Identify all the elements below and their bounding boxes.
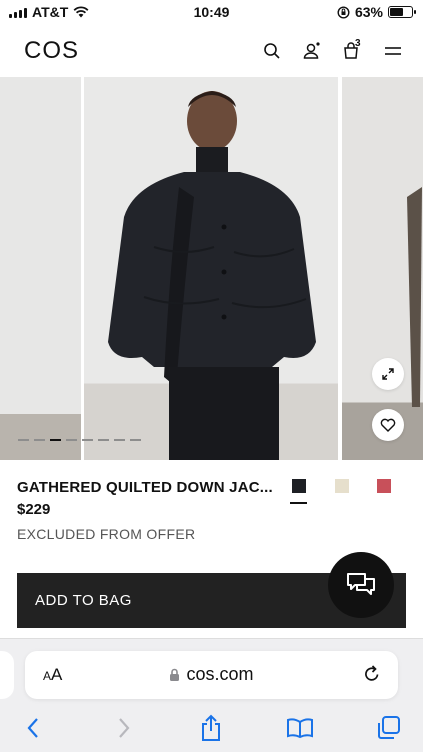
offer-note: EXCLUDED FROM OFFER xyxy=(17,526,196,542)
model-illustration xyxy=(108,91,316,460)
forward-icon[interactable] xyxy=(110,714,138,742)
back-icon[interactable] xyxy=(19,714,47,742)
lock-icon xyxy=(170,668,180,681)
carousel-dot[interactable] xyxy=(130,439,141,441)
carousel-dot[interactable] xyxy=(34,439,45,441)
product-title: GATHERED QUILTED DOWN JAC... xyxy=(17,479,273,496)
cos-logo[interactable]: COS xyxy=(24,37,79,65)
url-display[interactable]: cos.com xyxy=(25,664,398,685)
carousel-dot[interactable] xyxy=(98,439,109,441)
browser-toolbar: AAAA cos.com xyxy=(0,638,423,752)
chat-icon[interactable] xyxy=(328,552,394,618)
reload-icon[interactable] xyxy=(362,664,382,689)
battery-icon xyxy=(388,6,416,18)
share-icon[interactable] xyxy=(197,714,225,742)
carousel-dot[interactable] xyxy=(18,439,29,441)
product-image-carousel[interactable] xyxy=(0,77,423,460)
color-swatch-beige[interactable] xyxy=(335,479,349,493)
product-price: $229 xyxy=(17,501,51,518)
color-swatch-pink[interactable] xyxy=(377,479,391,493)
url-text: cos.com xyxy=(186,664,254,684)
battery-fill xyxy=(390,8,404,16)
bag-count-badge: 3 xyxy=(355,38,361,49)
expand-icon[interactable] xyxy=(372,358,404,390)
account-icon[interactable] xyxy=(301,40,323,62)
previous-tab-bar[interactable] xyxy=(0,651,14,699)
color-swatch-black[interactable] xyxy=(292,479,306,493)
carousel-pagination xyxy=(18,439,141,441)
carousel-dot[interactable] xyxy=(82,439,93,441)
product-image-main[interactable] xyxy=(84,77,338,460)
site-header: COS 3 xyxy=(0,26,423,76)
menu-icon[interactable] xyxy=(382,40,404,62)
status-right: 63% xyxy=(337,4,416,20)
tabs-icon[interactable] xyxy=(375,714,403,742)
wishlist-heart-icon[interactable] xyxy=(372,409,404,441)
carousel-dot[interactable] xyxy=(114,439,125,441)
carousel-dot[interactable] xyxy=(66,439,77,441)
selected-swatch-indicator xyxy=(290,502,307,504)
battery-percent: 63% xyxy=(354,4,383,20)
bookmarks-icon[interactable] xyxy=(286,714,314,742)
orientation-lock-icon xyxy=(337,5,350,19)
search-icon[interactable] xyxy=(261,40,283,62)
bag-icon[interactable]: 3 xyxy=(341,38,363,62)
status-bar: AT&T 10:49 63% xyxy=(0,0,423,26)
carousel-dot[interactable] xyxy=(50,439,61,441)
address-bar[interactable]: AAAA cos.com xyxy=(25,651,398,699)
product-image-prev[interactable] xyxy=(0,77,81,460)
product-image-next[interactable] xyxy=(342,77,423,460)
